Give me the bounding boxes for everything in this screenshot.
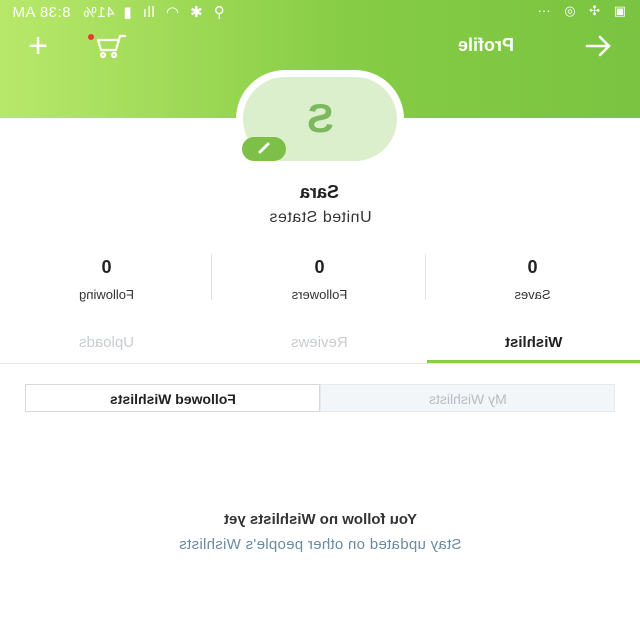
more-icon: ··· [537, 3, 551, 18]
profile-tabs: Uploads Reviews Wishlist [0, 324, 640, 364]
my-wishlists-button[interactable]: My Wishlists [320, 384, 615, 412]
stat-label: Followers [291, 287, 348, 302]
stat-value: 0 [314, 257, 325, 277]
tab-uploads[interactable]: Uploads [0, 324, 213, 364]
stats-divider [211, 254, 212, 300]
cart-icon[interactable] [92, 32, 128, 60]
stats-row: 0 Following 0 Followers 0 Saves [0, 252, 640, 304]
stat-label: Saves [514, 287, 551, 302]
stat-value: 0 [527, 257, 538, 277]
status-icons-right: ··· ◎ ✣ ▣ [528, 3, 626, 19]
stat-label: Following [79, 287, 134, 302]
stat-following[interactable]: 0 Following [0, 252, 213, 304]
stat-value: 0 [101, 257, 112, 277]
fan-icon: ✣ [589, 3, 601, 18]
tab-label: Reviews [291, 334, 348, 351]
tab-reviews[interactable]: Reviews [213, 324, 426, 364]
segment-label: My Wishlists [428, 391, 507, 407]
location-icon: ⚲ [213, 4, 226, 21]
user-name: Sara [0, 182, 640, 203]
empty-state-subtitle-text: Stay updated on other people's Wishlists [178, 536, 462, 553]
active-tab-indicator [427, 360, 640, 363]
pencil-icon [256, 140, 272, 159]
signal-icon: ıll [142, 4, 156, 21]
tab-label: Uploads [78, 334, 135, 351]
tab-wishlist[interactable]: Wishlist [427, 324, 640, 364]
gallery-icon: ▣ [613, 3, 626, 18]
add-icon[interactable]: + [22, 29, 54, 63]
followed-wishlists-button[interactable]: Followed Wishlists [25, 384, 320, 412]
empty-state-title: You follow no Wishlists yet [0, 511, 640, 528]
segment-label: Followed Wishlists [109, 391, 236, 407]
stat-followers[interactable]: 0 Followers [213, 252, 426, 304]
wifi-icon: ◠ [165, 4, 180, 21]
user-country-text: United States [268, 209, 372, 226]
tab-label: Wishlist [504, 334, 563, 351]
status-time: 8:38 AM 41% ▮ ıll ◠ ✱ ⚲ [12, 3, 225, 21]
back-arrow-icon[interactable] [582, 30, 614, 62]
battery-percent: 41% [83, 4, 115, 21]
avatar-initial: S [306, 96, 334, 141]
sync-icon: ◎ [564, 3, 576, 18]
empty-state-title-text: You follow no Wishlists yet [223, 511, 417, 528]
page-title: Profile [436, 35, 536, 56]
user-name-text: Sara [300, 182, 340, 202]
edit-avatar-button[interactable] [242, 137, 286, 161]
user-country: United States [0, 209, 640, 227]
empty-state-subtitle: Stay updated on other people's Wishlists [0, 536, 640, 553]
battery-icon: ▮ [123, 4, 133, 21]
page-title-text: Profile [457, 35, 514, 55]
stats-divider [425, 254, 426, 300]
stat-saves[interactable]: 0 Saves [426, 252, 639, 304]
status-time-text: 8:38 AM [12, 4, 71, 21]
status-bar: 8:38 AM 41% ▮ ıll ◠ ✱ ⚲ ··· ◎ ✣ ▣ [0, 0, 640, 24]
bluetooth-icon: ✱ [190, 4, 204, 21]
